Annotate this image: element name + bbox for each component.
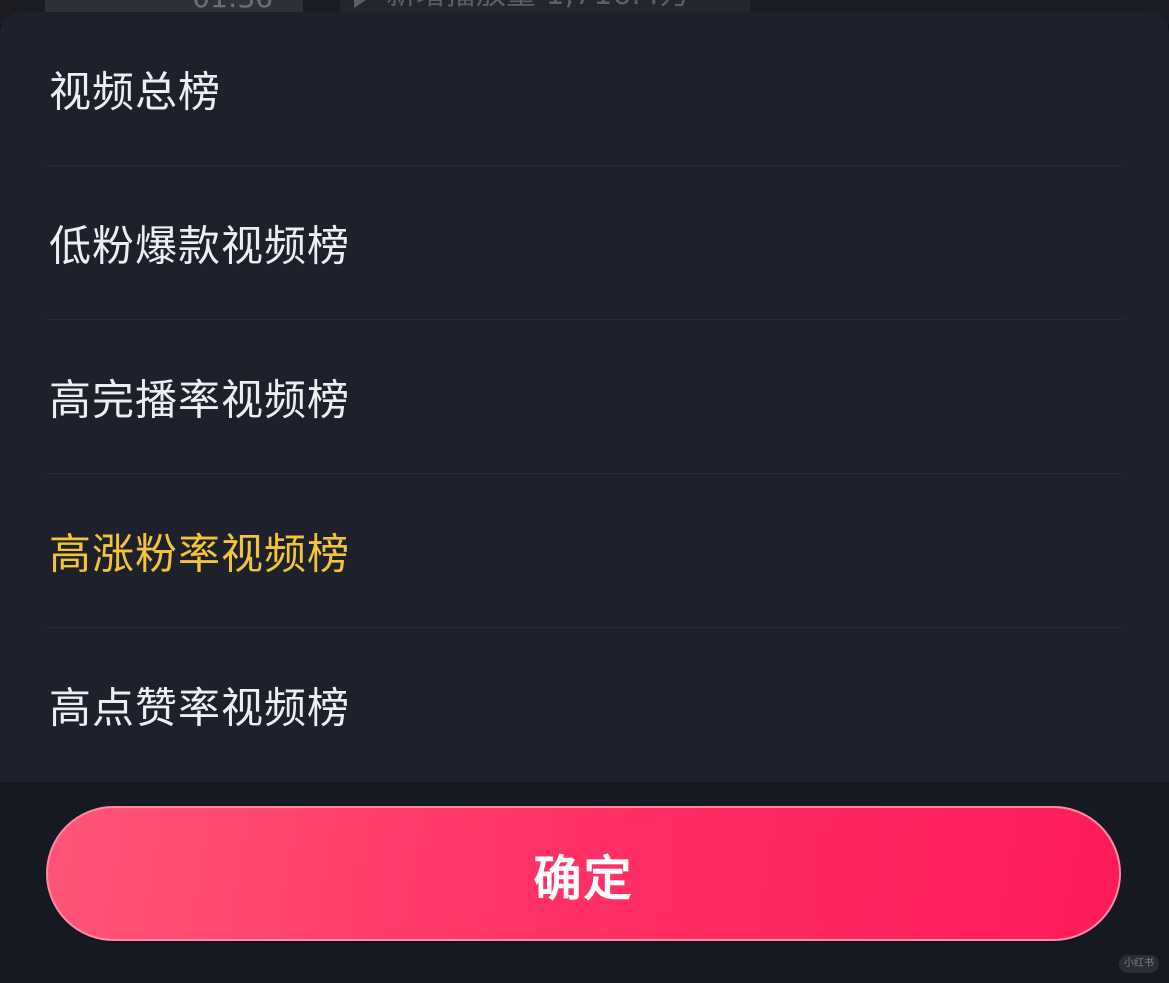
ranking-type-sheet: 视频总榜 低粉爆款视频榜 高完播率视频榜 高涨粉率视频榜 高点赞率视频榜 确定 … [0,12,1169,983]
option-high-follower-growth[interactable]: 高涨粉率视频榜 [0,474,1169,628]
play-icon [354,0,372,8]
sheet-footer: 确定 小红书 [0,782,1169,983]
screen: 01:36 新增播放量 1,716.4万 视频总榜 低粉爆款视频榜 高完播率视频… [0,0,1169,983]
option-label: 高完播率视频榜 [49,375,351,425]
option-label: 视频总榜 [49,67,222,117]
option-high-like-rate[interactable]: 高点赞率视频榜 [0,628,1169,782]
option-label: 高点赞率视频榜 [49,683,351,733]
option-label-selected: 高涨粉率视频榜 [49,529,351,579]
play-count-text: 新增播放量 1,716.4万 [386,0,690,12]
option-label: 低粉爆款视频榜 [49,221,351,271]
video-duration: 01:36 [192,0,273,12]
option-low-fans-hit[interactable]: 低粉爆款视频榜 [0,166,1169,320]
option-high-completion[interactable]: 高完播率视频榜 [0,320,1169,474]
option-video-total[interactable]: 视频总榜 [0,12,1169,166]
watermark-logo: 小红书 [1119,955,1159,973]
ranking-options-list: 视频总榜 低粉爆款视频榜 高完播率视频榜 高涨粉率视频榜 高点赞率视频榜 [0,12,1169,782]
confirm-button[interactable]: 确定 [46,806,1121,941]
